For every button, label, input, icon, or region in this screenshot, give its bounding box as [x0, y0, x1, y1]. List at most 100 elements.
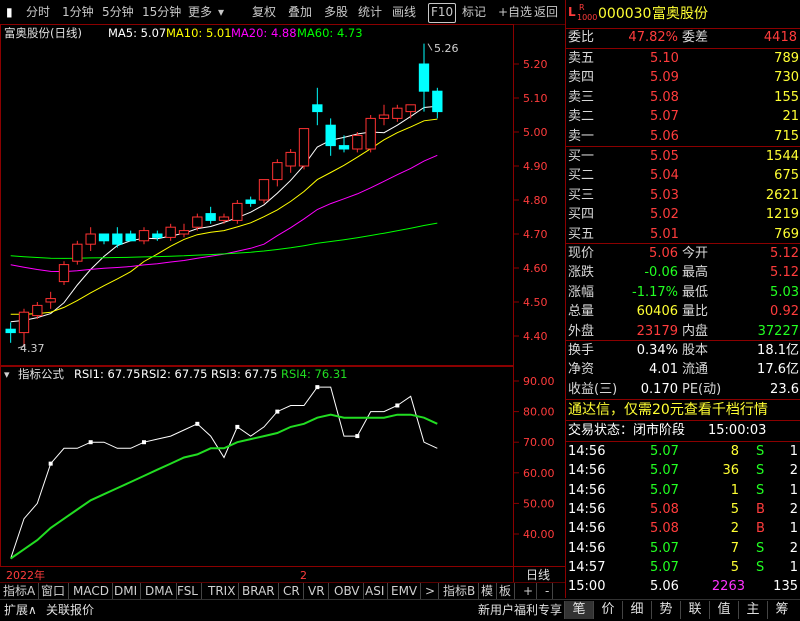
- candle-body: [352, 134, 363, 150]
- tick-row[interactable]: 14:56 5.08 2 B 1: [566, 519, 800, 539]
- rsi-expand-icon[interactable]: ▾: [4, 368, 10, 381]
- buy-level-row[interactable]: 买四 5.02 1219: [566, 205, 800, 225]
- candle[interactable]: [272, 159, 283, 187]
- tab-asi[interactable]: ASI: [362, 583, 389, 599]
- more-dropdown-icon[interactable]: ▾: [216, 3, 226, 21]
- sell-level-row[interactable]: 卖二 5.07 21: [566, 107, 800, 127]
- tab-indicator-b[interactable]: 指标B: [440, 583, 480, 599]
- sell-level-row[interactable]: 卖四 5.09 730: [566, 68, 800, 88]
- panel-tab-linked[interactable]: 联: [680, 601, 709, 619]
- tab-template[interactable]: 模: [478, 583, 498, 599]
- add-favorite-button[interactable]: +自选: [496, 3, 534, 21]
- buy-level-row[interactable]: 买二 5.04 675: [566, 166, 800, 186]
- candle[interactable]: [232, 200, 243, 224]
- candle[interactable]: [258, 179, 270, 204]
- tab-1min[interactable]: 1分钟: [60, 3, 96, 21]
- buy-level-row[interactable]: 买五 5.01 769: [566, 225, 800, 245]
- overlay-button[interactable]: 叠加: [286, 3, 314, 21]
- tab-board[interactable]: 板: [496, 583, 516, 599]
- promo-banner[interactable]: 通达信，仅需20元查看千档行情: [566, 400, 800, 420]
- sell-level-row[interactable]: 卖三 5.08 155: [566, 88, 800, 108]
- candle[interactable]: [152, 230, 163, 241]
- candle[interactable]: [112, 227, 123, 248]
- tab-macd[interactable]: MACD: [70, 583, 113, 599]
- sell-level-row[interactable]: 卖一 5.06 715: [566, 127, 800, 147]
- tab-emv[interactable]: EMV: [388, 583, 422, 599]
- tab-more[interactable]: 更多: [186, 3, 214, 21]
- tab-dmi[interactable]: DMI: [111, 583, 142, 599]
- tab-window[interactable]: 窗口: [38, 583, 70, 599]
- expand-button[interactable]: 扩展∧: [4, 602, 37, 619]
- buy-level-row[interactable]: 买三 5.03 2621: [566, 186, 800, 206]
- candle[interactable]: [392, 104, 403, 122]
- candle[interactable]: [165, 223, 176, 241]
- f10-button[interactable]: F10: [428, 3, 457, 23]
- candle[interactable]: [58, 261, 70, 285]
- candle[interactable]: [405, 104, 416, 119]
- draw-line-button[interactable]: 画线: [390, 3, 418, 21]
- candle[interactable]: [218, 213, 230, 224]
- tick-row[interactable]: 14:56 5.07 1 S 1: [566, 481, 800, 501]
- promo-text[interactable]: 通达信，仅需20元查看千档行情: [568, 400, 768, 420]
- tick-row[interactable]: 15:00 5.06 2263 135: [566, 577, 800, 597]
- tab-obv[interactable]: OBV: [331, 583, 364, 599]
- candle[interactable]: [432, 87, 443, 119]
- candle[interactable]: [125, 230, 136, 242]
- tab-dma[interactable]: DMA: [142, 583, 177, 599]
- price-chart[interactable]: 5.20 5.10 5.00 4.90 4.80 4.70 4.60 4.50 4.40 90.…: [0, 24, 565, 582]
- new-user-promo-link[interactable]: 新用户福利专享: [478, 602, 562, 619]
- candle[interactable]: [352, 132, 363, 153]
- tick-row[interactable]: 14:56 5.07 8 S 1: [566, 442, 800, 462]
- zoom-out-button[interactable]: -: [542, 583, 554, 599]
- candle[interactable]: [85, 227, 96, 251]
- candle[interactable]: [18, 308, 30, 347]
- candle[interactable]: [245, 196, 256, 207]
- back-button[interactable]: 返回: [532, 3, 560, 21]
- tick-row[interactable]: 14:57 5.07 5 S 1: [566, 558, 800, 578]
- tab-trix[interactable]: TRIX: [205, 583, 240, 599]
- statistics-button[interactable]: 统计: [356, 3, 384, 21]
- candle[interactable]: [138, 227, 150, 245]
- candle[interactable]: [178, 223, 190, 238]
- candle[interactable]: [378, 104, 390, 126]
- tab-brar[interactable]: BRAR: [239, 583, 279, 599]
- tab-cr[interactable]: CR: [280, 583, 304, 599]
- tab-15min[interactable]: 15分钟: [140, 3, 183, 21]
- candle[interactable]: [312, 87, 323, 126]
- panel-tab-main[interactable]: 主: [738, 601, 767, 619]
- candle[interactable]: [72, 240, 83, 265]
- multi-stock-button[interactable]: 多股: [322, 3, 350, 21]
- menu-icon[interactable]: ▮: [4, 3, 15, 21]
- tab-minute-chart[interactable]: 分时: [24, 3, 52, 21]
- panel-tab-value[interactable]: 值: [709, 601, 738, 619]
- sell-level-row[interactable]: 卖五 5.10 789: [566, 49, 800, 69]
- candle[interactable]: [5, 322, 16, 343]
- candle[interactable]: [45, 291, 56, 309]
- candle[interactable]: [98, 233, 110, 245]
- panel-tab-detail[interactable]: 细: [622, 601, 651, 619]
- candle[interactable]: [418, 43, 430, 112]
- candle[interactable]: [325, 118, 336, 156]
- candle[interactable]: [298, 128, 310, 170]
- mark-button[interactable]: 标记: [460, 3, 488, 21]
- tab-fsl[interactable]: FSL: [174, 583, 202, 599]
- restore-rights-button[interactable]: 复权: [250, 3, 278, 21]
- panel-tab-chips[interactable]: 筹: [767, 601, 796, 619]
- tab-next-arrow[interactable]: >: [422, 583, 440, 599]
- candle[interactable]: [365, 115, 376, 153]
- candle[interactable]: [285, 149, 296, 173]
- tab-5min[interactable]: 5分钟: [100, 3, 136, 21]
- tab-vr[interactable]: VR: [305, 583, 329, 599]
- tick-row[interactable]: 14:56 5.07 7 S 2: [566, 539, 800, 559]
- related-quotes-button[interactable]: 关联报价: [46, 602, 94, 619]
- panel-tab-trades[interactable]: 笔: [564, 601, 593, 619]
- chart-area[interactable]: 5.20 5.10 5.00 4.90 4.80 4.70 4.60 4.50 4.40 90.…: [0, 24, 565, 586]
- panel-tab-trend[interactable]: 势: [651, 601, 680, 619]
- tab-indicator-a[interactable]: 指标A: [0, 583, 40, 599]
- panel-tab-price[interactable]: 价: [593, 601, 622, 619]
- zoom-in-button[interactable]: +: [520, 583, 538, 599]
- tick-row[interactable]: 14:56 5.08 5 B 2: [566, 500, 800, 520]
- tick-row[interactable]: 14:56 5.07 36 S 2: [566, 461, 800, 481]
- buy-level-row[interactable]: 买一 5.05 1544: [566, 147, 800, 167]
- candle[interactable]: [205, 206, 216, 224]
